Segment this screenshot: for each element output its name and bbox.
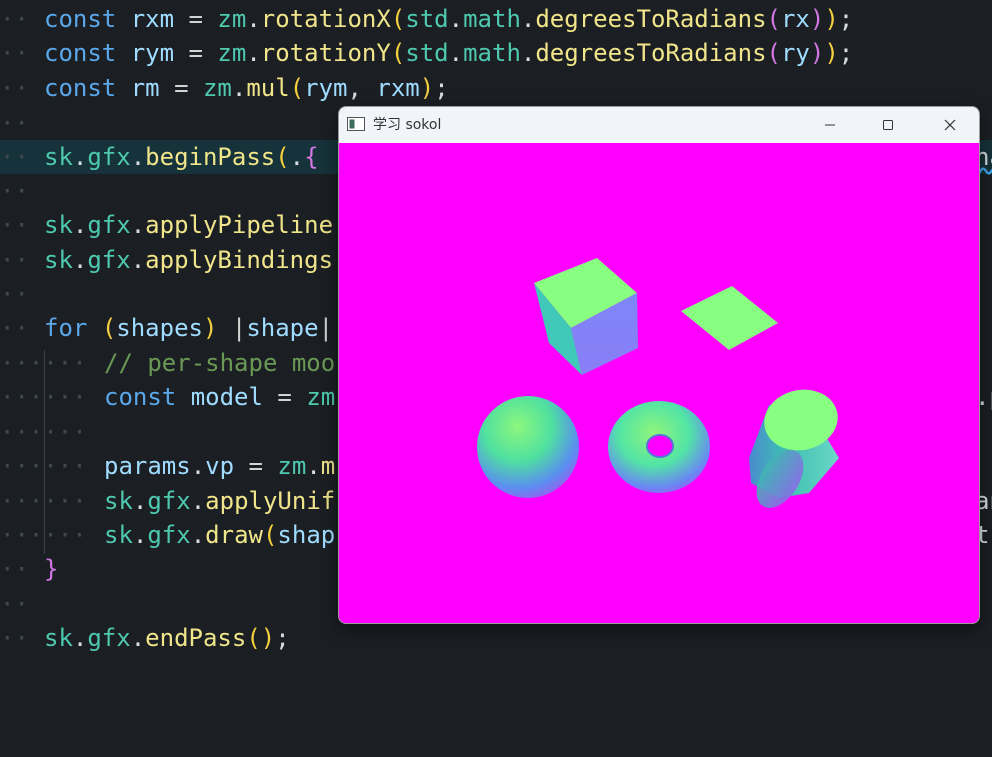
app-window-icon: [347, 117, 365, 131]
close-button[interactable]: [921, 107, 979, 143]
plane-shape: [681, 286, 778, 350]
code-line-3[interactable]: ·· const rm = zm.mul(rym, rxm);: [0, 71, 992, 105]
sokol-app-window[interactable]: 学习 sokol: [338, 106, 980, 624]
window-title: 学习 sokol: [373, 117, 442, 133]
minimize-icon: [825, 124, 835, 126]
code-line-1[interactable]: ·· const rxm = zm.rotationX(std.math.deg…: [0, 2, 992, 36]
code-line-19[interactable]: ·· sk.gfx.endPass();: [0, 621, 992, 655]
window-titlebar[interactable]: 学习 sokol: [339, 107, 979, 143]
maximize-icon: [883, 120, 893, 130]
torus-shape: [608, 401, 710, 493]
sphere-shape: [477, 396, 579, 498]
minimize-button[interactable]: [801, 107, 859, 143]
maximize-button[interactable]: [859, 107, 917, 143]
cylinder-shape: [749, 389, 839, 508]
code-line-2[interactable]: ·· const rym = zm.rotationY(std.math.deg…: [0, 36, 992, 70]
close-icon: [944, 119, 956, 131]
render-canvas[interactable]: [339, 143, 979, 623]
cube-shape: [534, 258, 638, 375]
